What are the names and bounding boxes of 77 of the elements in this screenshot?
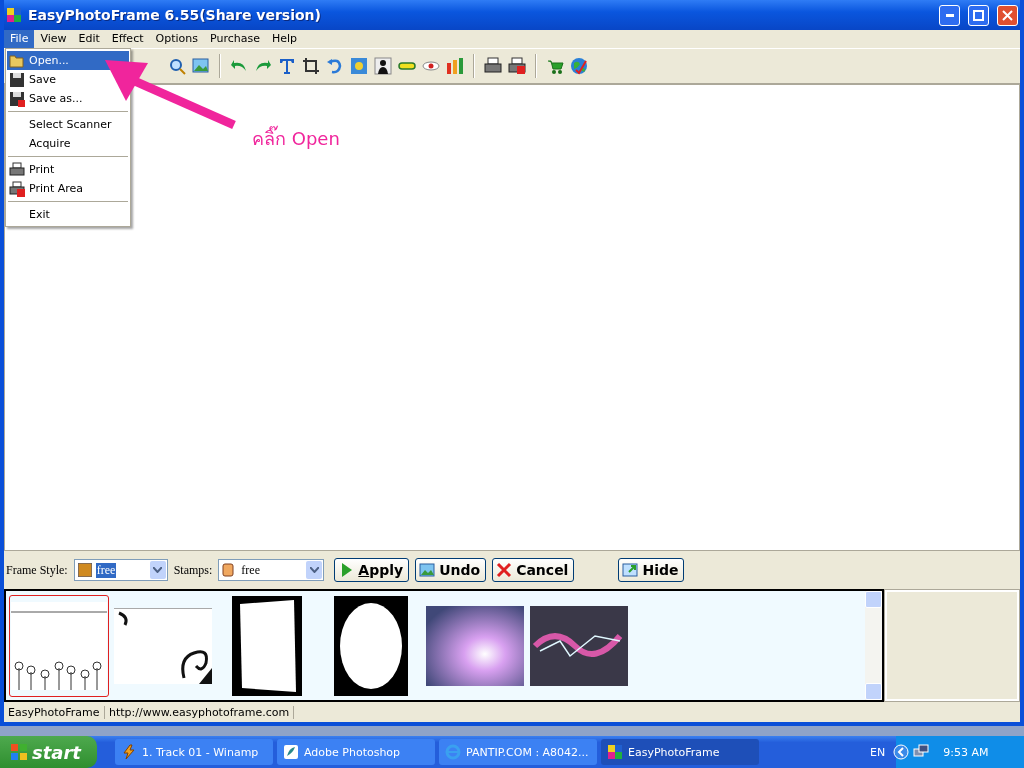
- menu-item[interactable]: View: [34, 30, 73, 48]
- undo-button[interactable]: Undo: [415, 558, 487, 582]
- printer-icon: [9, 180, 25, 197]
- status-text: EasyPhotoFrame: [4, 705, 105, 719]
- caret-icon: [309, 567, 319, 573]
- menu-item[interactable]: Print: [7, 160, 129, 179]
- menu-item[interactable]: Open...: [7, 51, 129, 70]
- browser-icon: [445, 744, 461, 760]
- save-icon: [9, 71, 25, 88]
- light-burst-thumbnail[interactable]: [426, 606, 524, 686]
- oval-frame-thumbnail[interactable]: [334, 596, 408, 696]
- scrollbar[interactable]: [865, 591, 882, 700]
- menu-item[interactable]: Options: [149, 30, 204, 48]
- maximize-button[interactable]: [968, 4, 989, 26]
- text-icon[interactable]: [278, 57, 296, 75]
- neon-light-thumbnail[interactable]: [530, 606, 628, 686]
- network-icon[interactable]: [913, 744, 930, 760]
- menu-item[interactable]: Purchase: [203, 30, 266, 48]
- close-icon: [496, 562, 513, 578]
- dandelion-frame-thumbnail[interactable]: [11, 602, 107, 690]
- menu-item[interactable]: Select Scanner: [7, 115, 129, 134]
- frame-style-dropdown[interactable]: free: [73, 559, 168, 581]
- swirl-frame-thumbnail[interactable]: [114, 608, 212, 684]
- caret-icon: [153, 567, 163, 573]
- rotate-icon[interactable]: [326, 57, 344, 75]
- app-icon: [6, 7, 22, 23]
- hide-button[interactable]: Hide: [618, 558, 685, 582]
- crop-icon[interactable]: [302, 57, 320, 75]
- clock: 9:53 AM: [943, 745, 989, 759]
- menu-item[interactable]: Exit: [7, 205, 129, 224]
- annotation-text: คลิ๊ก Open: [252, 124, 340, 153]
- cart-icon[interactable]: [546, 57, 564, 75]
- close-icon: [1002, 9, 1013, 21]
- language-indicator[interactable]: EN: [870, 745, 886, 759]
- window-icon: [622, 562, 639, 578]
- silhouette-icon[interactable]: [374, 57, 392, 75]
- minimize-button[interactable]: [939, 4, 960, 26]
- menu-item[interactable]: File: [4, 30, 35, 48]
- taskbar-button[interactable]: 1. Track 01 - Winamp: [115, 739, 273, 765]
- printer-icon[interactable]: [484, 57, 502, 75]
- torn-edge-frame-thumbnail[interactable]: [232, 596, 302, 696]
- frame-style-label: Frame Style:: [6, 562, 68, 578]
- feather-icon: [283, 744, 299, 760]
- zoom-icon[interactable]: [168, 57, 186, 75]
- taskbar-button[interactable]: PANTIP.COM : A8042...: [439, 739, 597, 765]
- image-icon[interactable]: [192, 57, 210, 75]
- menu-item[interactable]: Acquire: [7, 134, 129, 153]
- menu-item[interactable]: Help: [265, 30, 303, 48]
- menu-item[interactable]: Effect: [105, 30, 150, 48]
- stamps-label: Stamps:: [173, 562, 213, 578]
- window-title: EasyPhotoFrame 6.55(Share version): [28, 7, 322, 23]
- menu-item[interactable]: Edit: [72, 30, 106, 48]
- photo-icon[interactable]: [350, 57, 368, 75]
- app-icon: [607, 744, 623, 760]
- windows-logo-icon: [10, 743, 28, 761]
- stamp-icon: [222, 563, 235, 577]
- image-icon: [419, 562, 436, 578]
- lightning-icon: [121, 744, 137, 760]
- globe-icon[interactable]: [570, 57, 588, 75]
- menu-item[interactable]: Print Area: [7, 179, 129, 198]
- taskbar-button[interactable]: EasyPhotoFrame: [601, 739, 759, 765]
- chevron-icon[interactable]: [893, 744, 910, 760]
- close-button[interactable]: [997, 4, 1018, 26]
- cancel-button[interactable]: Cancel: [492, 558, 575, 582]
- taskbar-button[interactable]: Adobe Photoshop: [277, 739, 435, 765]
- pattern-icon: [77, 563, 92, 577]
- printer-icon[interactable]: [508, 57, 526, 75]
- save-icon: [9, 90, 25, 107]
- chart-icon[interactable]: [446, 57, 464, 75]
- apply-button[interactable]: Apply: [334, 558, 410, 582]
- start-button[interactable]: start: [0, 736, 97, 768]
- printer-icon: [9, 161, 25, 178]
- folder-icon: [9, 52, 25, 69]
- maximize-icon: [973, 9, 984, 21]
- stamps-dropdown[interactable]: free: [218, 559, 325, 581]
- status-text: http://www.easyphotoframe.com: [105, 705, 295, 719]
- minimize-icon: [945, 13, 954, 17]
